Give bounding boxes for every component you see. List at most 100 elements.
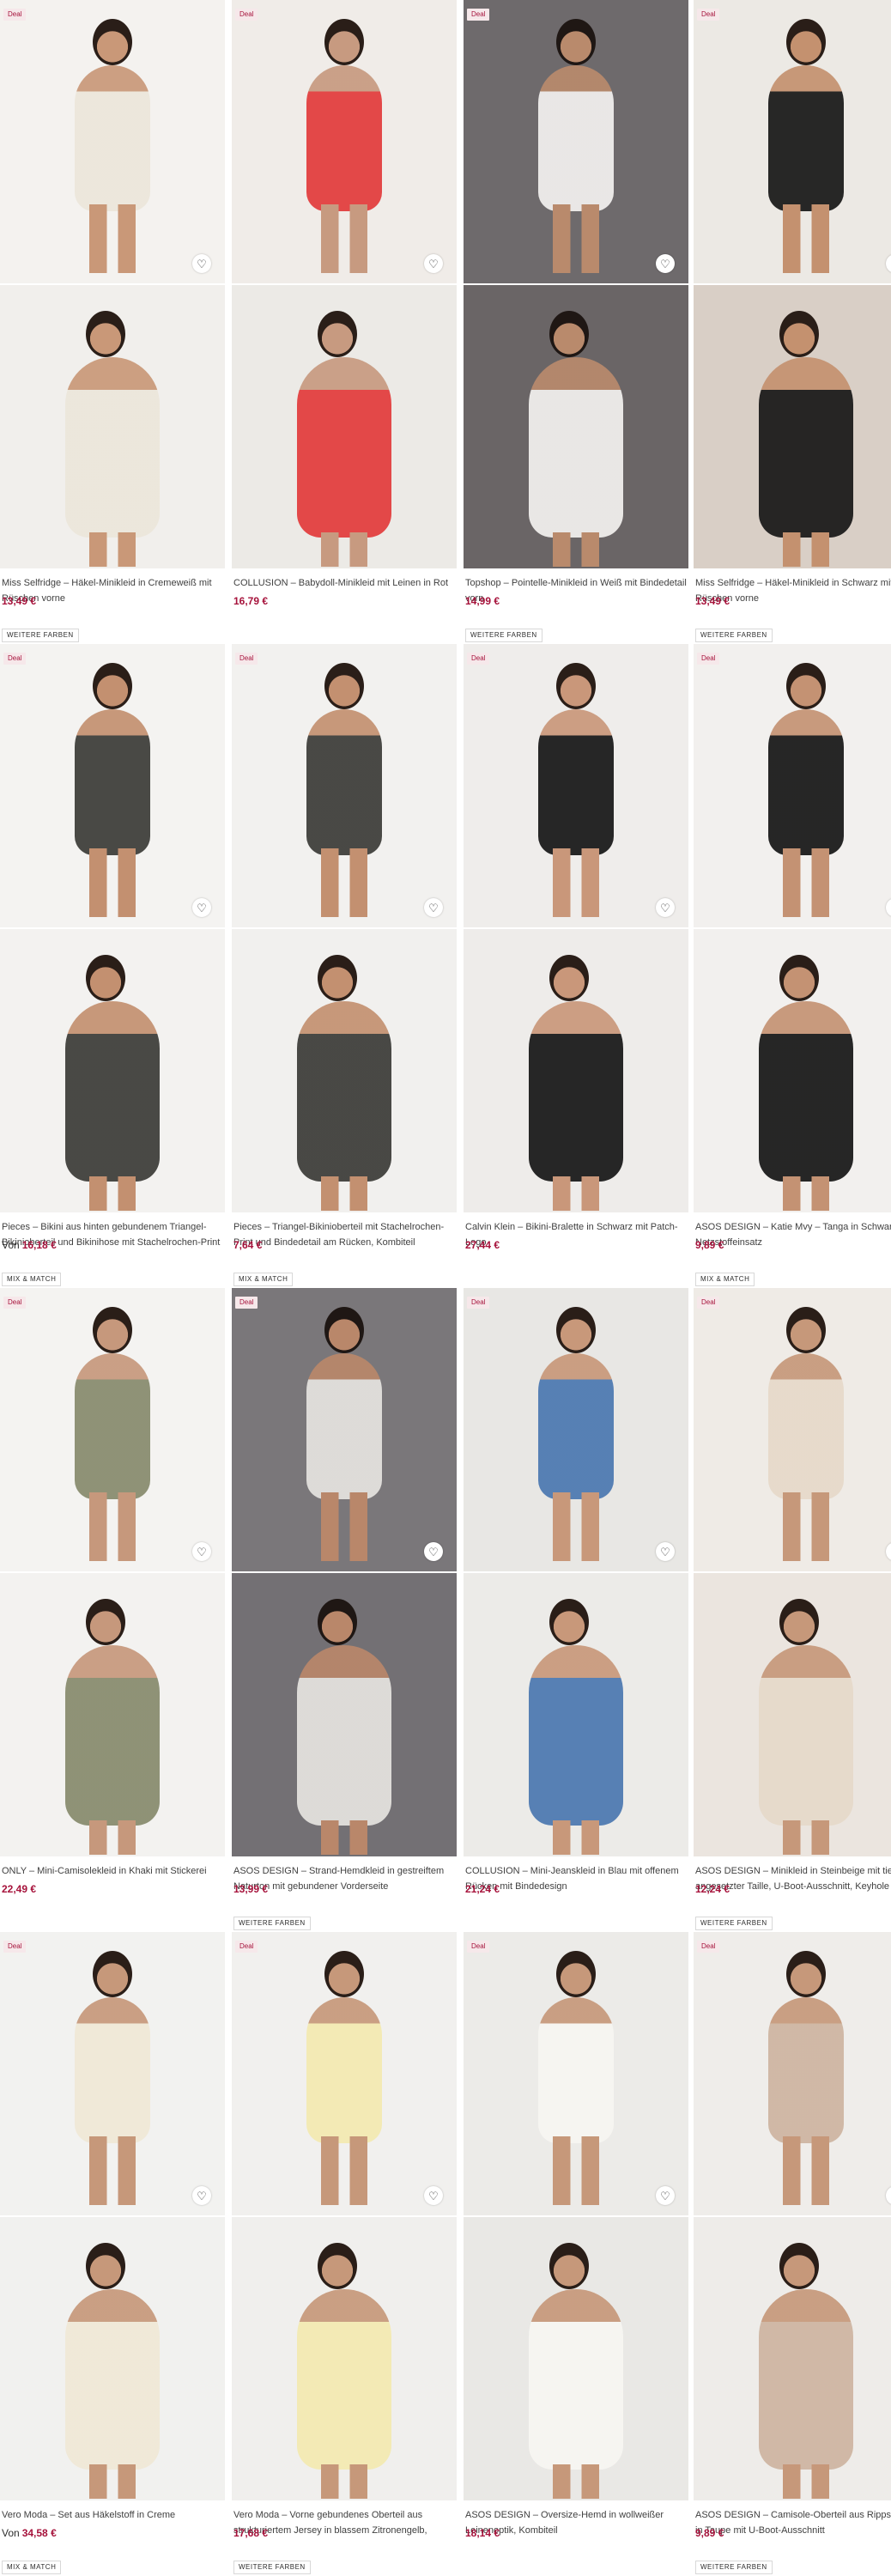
product-image-secondary[interactable] [464,1573,688,1856]
product-image-secondary[interactable] [694,2217,891,2500]
product-image-primary[interactable]: Deal♡ [232,0,457,283]
mix-match-tag[interactable]: MIX & MATCH [2,2561,62,2574]
model-legs [321,1820,367,1855]
price-value: 13,49 € [2,595,37,607]
heart-outline-icon[interactable]: ♡ [424,898,443,917]
product-card[interactable]: Deal ♡ Vero Moda – Vorne gebundenes Oberte… [232,1932,457,2576]
heart-outline-icon[interactable]: ♡ [424,1542,443,1561]
heart-outline-icon[interactable]: ♡ [424,2186,443,2205]
product-image-primary[interactable]: Deal♡ [464,0,688,283]
product-image-primary[interactable]: Deal♡ [0,1932,225,2215]
product-card[interactable]: Deal♡ ASOS DESIGN – Camisole-Oberteil aus… [694,1932,891,2576]
product-card[interactable]: Deal ♡ COLLUSION – Mini-Jeanskleid in Blau… [464,1288,688,1932]
more-colors-tag[interactable]: WEITERE FARBEN [695,629,773,642]
product-title[interactable]: COLLUSION – Babydoll-Minikleid mit Leine… [233,575,455,591]
more-colors-tag[interactable]: WEITERE FARBEN [465,629,542,642]
product-image-primary[interactable]: Deal ♡ [0,644,225,927]
mix-match-tag[interactable]: MIX & MATCH [233,1273,294,1286]
product-title[interactable]: Pieces – Triangel-Bikinioberteil mit Sta… [233,1219,455,1250]
deal-badge: Deal [697,1297,720,1309]
model-garment [306,65,382,211]
product-image-secondary[interactable] [0,1573,225,1856]
model-garment [538,709,614,855]
heart-outline-icon[interactable]: ♡ [656,254,675,273]
product-card[interactable]: Deal ♡ Pieces – Triangel-Bikinioberteil mi… [232,644,457,1288]
more-colors-tag[interactable]: WEITERE FARBEN [695,2561,773,2574]
model-photo [464,644,688,927]
more-colors-tag[interactable]: WEITERE FARBEN [2,629,79,642]
product-card[interactable]: Deal ♡ ASOS DESIGN – Oversize-Hemd in woll… [464,1932,688,2576]
mix-match-tag[interactable]: MIX & MATCH [695,1273,755,1286]
product-image-primary[interactable]: Deal♡ [464,644,688,927]
product-title[interactable]: Vero Moda – Set aus Häkelstoff in Creme [2,2507,223,2523]
product-image-secondary[interactable] [694,929,891,1212]
model-photo [0,1932,225,2215]
product-image-primary[interactable]: Deal♡ [694,0,891,283]
model-legs [321,204,367,273]
deal-badge: Deal [3,653,27,665]
product-card[interactable]: Deal ♡ ONLY – Mini-Camisolekleid in Khaki … [0,1288,225,1932]
product-image-secondary[interactable] [0,929,225,1212]
price-value: 7,64 € [233,1239,263,1251]
product-image-secondary[interactable] [232,1573,457,1856]
product-image-primary[interactable]: Deal♡ [694,1932,891,2215]
product-image-primary[interactable]: Deal♡ [694,1288,891,1571]
heart-outline-icon[interactable]: ♡ [656,1542,675,1561]
heart-outline-icon[interactable]: ♡ [192,2186,211,2205]
product-card[interactable]: Deal ♡ Topshop – Pointelle-Minikleid in We… [464,0,688,644]
more-colors-tag[interactable]: WEITERE FARBEN [695,1917,773,1930]
model-head [786,663,826,709]
more-colors-tag[interactable]: WEITERE FARBEN [233,1917,311,1930]
product-image-secondary[interactable] [0,2217,225,2500]
product-card[interactable]: Deal♡ASOS DESIGN – Minikleid in Steinbei… [694,1288,891,1932]
product-image-secondary[interactable] [464,285,688,568]
model-photo [464,1288,688,1571]
model-legs [783,532,829,567]
product-card[interactable]: Deal♡Miss Selfridge – Häkel-Minikleid in… [694,0,891,644]
model-garment [759,1001,853,1182]
product-title[interactable]: ONLY – Mini-Camisolekleid in Khaki mit S… [2,1863,223,1879]
product-card[interactable]: Deal ♡ COLLUSION – Babydoll-Minikleid mit … [232,0,457,644]
product-title[interactable]: ASOS DESIGN – Camisole-Oberteil aus Ripp… [695,2507,891,2538]
mix-match-tag[interactable]: MIX & MATCH [2,1273,62,1286]
product-card[interactable]: Deal ♡ ASOS DESIGN – Strand-Hemdkleid in g… [232,1288,457,1932]
more-colors-tag[interactable]: WEITERE FARBEN [233,2561,311,2574]
heart-outline-icon[interactable]: ♡ [192,1542,211,1561]
product-image-secondary[interactable] [464,929,688,1212]
product-image-secondary[interactable] [232,2217,457,2500]
product-image-primary[interactable]: Deal♡ [232,1288,457,1571]
product-image-primary[interactable]: Deal♡ [0,1288,225,1571]
product-image-primary[interactable]: Deal♡ [0,0,225,283]
product-image-secondary[interactable] [0,285,225,568]
product-image-primary[interactable]: Deal♡ [464,1288,688,1571]
heart-outline-icon[interactable]: ♡ [656,898,675,917]
heart-outline-icon[interactable]: ♡ [192,254,211,273]
model-legs [89,204,136,273]
product-image-secondary[interactable] [694,285,891,568]
model-legs [89,848,136,917]
model-garment [65,2289,160,2470]
price-value: 13,49 € [695,595,730,607]
product-card[interactable]: Deal ♡ Calvin Klein – Bikini-Bralette in S… [464,644,688,1288]
product-image-secondary[interactable] [694,1573,891,1856]
heart-outline-icon[interactable]: ♡ [656,2186,675,2205]
product-title[interactable]: ASOS DESIGN – Katie Mvy – Tanga in Schwa… [695,1219,891,1250]
product-image-secondary[interactable] [232,285,457,568]
product-image-primary[interactable]: Deal♡ [694,644,891,927]
product-image-primary[interactable]: Deal♡ [464,1932,688,2215]
heart-outline-icon[interactable]: ♡ [424,254,443,273]
product-image-primary[interactable]: Deal♡ [232,644,457,927]
product-card[interactable]: Deal ♡ Vero Moda – Set aus Häkelstoff in C… [0,1932,225,2576]
product-card[interactable]: Deal♡ ASOS DESIGN – Katie Mvy – Tanga in … [694,644,891,1288]
product-price: 13,49 € [2,595,36,607]
model-photo [0,2217,225,2500]
model-garment [297,357,391,538]
model-head [786,1951,826,1997]
product-card[interactable]: Deal♡Miss Selfridge – Häkel-Minikleid in… [0,0,225,644]
model-head [324,1951,364,1997]
product-image-secondary[interactable] [232,929,457,1212]
product-card[interactable]: Deal ♡ Pieces – Bikini aus hinten gebunden… [0,644,225,1288]
product-image-primary[interactable]: Deal♡ [232,1932,457,2215]
product-image-secondary[interactable] [464,2217,688,2500]
heart-outline-icon[interactable]: ♡ [192,898,211,917]
